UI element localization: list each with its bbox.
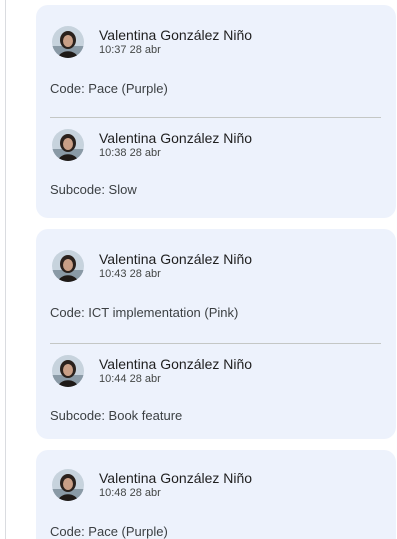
comment-text: Subcode: Book feature <box>50 408 183 423</box>
comment-thread[interactable]: Valentina González Niño 10:43 28 abr Cod… <box>36 229 396 439</box>
user-avatar[interactable] <box>52 250 84 282</box>
reply: Valentina González Niño 10:38 28 abr Sub… <box>50 118 380 198</box>
comment-text: Code: Pace (Purple) <box>50 524 168 539</box>
panel-left-border <box>5 0 6 539</box>
comment-timestamp: 10:38 28 abr <box>99 147 161 160</box>
comment-thread[interactable]: Valentina González Niño 10:37 28 abr Cod… <box>36 5 396 218</box>
user-avatar[interactable] <box>52 129 84 161</box>
comment-timestamp: 10:37 28 abr <box>99 44 161 57</box>
comment-text: Code: Pace (Purple) <box>50 81 168 96</box>
comment-author: Valentina González Niño <box>99 469 253 486</box>
comment-timestamp: 10:48 28 abr <box>99 487 161 500</box>
user-avatar[interactable] <box>52 469 84 501</box>
user-avatar[interactable] <box>52 26 84 58</box>
comment-text: Code: ICT implementation (Pink) <box>50 305 239 320</box>
comment-thread[interactable]: Valentina González Niño 10:48 28 abr Cod… <box>36 450 396 539</box>
user-avatar[interactable] <box>52 355 84 387</box>
comment-timestamp: 10:43 28 abr <box>99 268 161 281</box>
comment-author: Valentina González Niño <box>99 355 253 372</box>
reply: Valentina González Niño 10:44 28 abr Sub… <box>50 344 380 424</box>
comment-author: Valentina González Niño <box>99 129 253 146</box>
comment-author: Valentina González Niño <box>99 250 253 267</box>
comment: Valentina González Niño 10:48 28 abr Cod… <box>50 450 380 539</box>
comment: Valentina González Niño 10:43 28 abr Cod… <box>50 229 380 321</box>
comment-timestamp: 10:44 28 abr <box>99 373 161 386</box>
comments-panel: Valentina González Niño 10:37 28 abr Cod… <box>0 0 397 539</box>
comment-text: Subcode: Slow <box>50 182 137 197</box>
comment: Valentina González Niño 10:37 28 abr Cod… <box>50 5 380 97</box>
comment-author: Valentina González Niño <box>99 26 253 43</box>
